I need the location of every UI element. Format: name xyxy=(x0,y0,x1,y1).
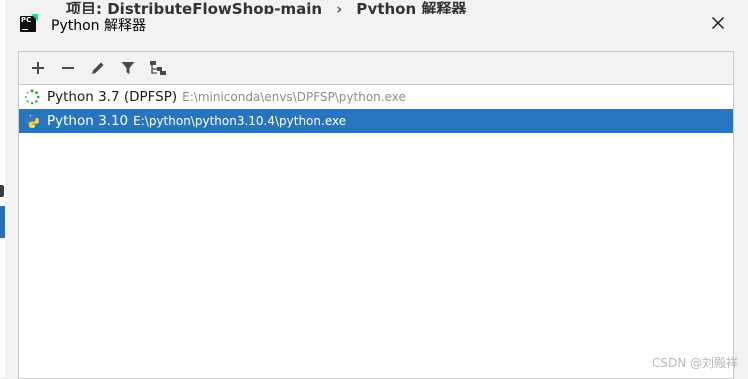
interpreter-toolbar xyxy=(19,52,733,85)
filter-button[interactable] xyxy=(113,54,143,82)
add-button[interactable] xyxy=(23,54,53,82)
dialog-title-bar: PC Python 解释器 xyxy=(6,6,748,38)
edit-button[interactable] xyxy=(83,54,113,82)
add-icon xyxy=(32,62,44,74)
interpreter-row-python37[interactable]: Python 3.7 (DPFSP) E:\miniconda\envs\DPF… xyxy=(19,85,733,109)
edit-icon xyxy=(92,62,104,74)
close-button[interactable] xyxy=(706,11,730,35)
remove-button[interactable] xyxy=(53,54,83,82)
pycharm-logo-icon: PC xyxy=(20,14,38,32)
interpreter-row-python310[interactable]: Python 3.10 E:\python\python3.10.4\pytho… xyxy=(19,109,733,133)
watermark: CSDN @刘殿祥 xyxy=(651,356,738,370)
tree-icon xyxy=(150,61,166,75)
python-interpreter-dialog: 项目: DistributeFlowShop-main › Python 解释器 P… xyxy=(6,0,748,379)
interpreter-name: Python 3.7 (DPFSP) xyxy=(47,89,178,105)
interpreter-list: Python 3.7 (DPFSP) E:\miniconda\envs\DPF… xyxy=(19,85,733,133)
dialog-title: Python 解释器 xyxy=(51,18,146,34)
filter-icon xyxy=(121,62,135,74)
background-window-marker xyxy=(0,185,4,197)
interpreter-path: E:\python\python3.10.4\python.exe xyxy=(133,114,347,128)
remove-icon xyxy=(62,67,74,69)
python-logo-icon xyxy=(23,112,41,130)
interpreter-path: E:\miniconda\envs\DPFSP\python.exe xyxy=(182,90,406,104)
loading-spinner-icon xyxy=(23,88,41,106)
interpreter-name: Python 3.10 xyxy=(47,113,129,129)
close-icon xyxy=(711,16,725,30)
interpreter-list-panel: Python 3.7 (DPFSP) E:\miniconda\envs\DPF… xyxy=(18,51,734,379)
background-window-selection xyxy=(0,206,5,238)
show-paths-button[interactable] xyxy=(143,54,173,82)
